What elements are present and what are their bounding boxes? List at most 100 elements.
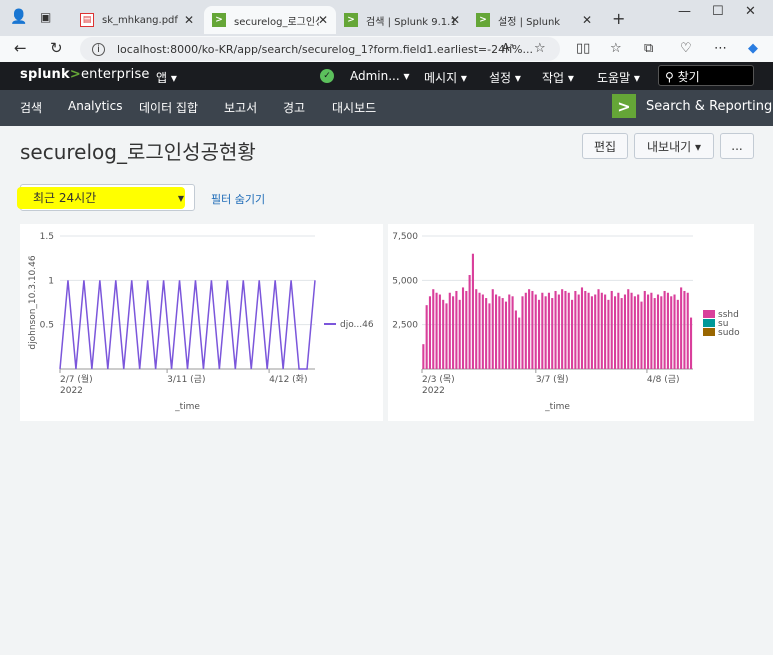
x-tick-label: 3/11 (금) [167,374,205,385]
maximize-icon[interactable]: ☐ [712,4,724,19]
browser-essentials-icon[interactable]: ♡ [680,41,692,56]
y-tick-label: 2,500 [392,321,418,331]
bar [448,292,451,369]
bar [455,290,458,369]
bar [647,294,650,369]
browser-tab-strip: 👤 ▣ ▤ sk_mhkang.pdf ✕ > securelog_로그인성 ✕… [0,0,773,36]
time-range-label: 최근 24시간 [33,191,97,205]
x-tick-label: 2/3 (목) 2022 [422,374,455,396]
bar [600,292,603,369]
close-icon[interactable]: ✕ [184,13,194,27]
export-button[interactable]: 내보내기 ▾ [634,133,714,159]
profile-icon[interactable]: 👤 [10,9,27,25]
caret-down-icon: ▼ [177,194,184,203]
close-icon[interactable]: ✕ [450,13,460,27]
split-screen-icon[interactable]: ▯▯ [576,41,590,56]
back-icon[interactable]: ← [14,39,27,57]
bar [660,296,663,369]
health-status-icon[interactable]: ✓ [320,69,334,83]
minimize-icon[interactable]: — [678,4,691,19]
tab-actions-icon[interactable]: ▣ [40,10,51,24]
legend-label: sudo [718,328,740,338]
bar [452,296,455,369]
window-close-icon[interactable]: ✕ [745,4,756,19]
x-axis-label: _time [544,402,570,412]
bar [597,289,600,369]
bar [504,301,508,369]
app-switcher[interactable]: > Search & Reporting [612,94,772,118]
bar [680,287,683,369]
bar [666,292,669,369]
help-menu[interactable]: 도움말 ▾ [597,69,640,86]
bar [428,296,432,369]
close-icon[interactable]: ✕ [318,13,328,27]
favorite-star-icon[interactable]: ☆ [534,41,546,56]
bar [561,289,564,369]
tab-securelog[interactable]: > securelog_로그인성 ✕ [204,6,336,34]
nav-dashboards[interactable]: 대시보드 [332,99,376,116]
bar [501,298,504,369]
nav-datasets[interactable]: 데이터 집합 [139,99,198,116]
tab-pdf[interactable]: ▤ sk_mhkang.pdf ✕ [72,6,202,34]
bar [683,290,686,369]
bar-chart: 7,500 5,000 2,500 2/3 (목) 2022 3/7 (월) 4/8 (금)… [392,232,740,412]
app-chevron-icon: > [612,94,636,118]
favorites-icon[interactable]: ☆ [610,41,622,56]
info-icon[interactable]: i [92,42,105,56]
bar [617,292,620,369]
x-tick-label: 3/7 (월) [536,373,569,385]
apps-menu[interactable]: 앱 ▾ [156,69,177,86]
bar [686,292,689,369]
logo-edition: enterprise [80,67,150,82]
x-tick-label: 2/7 (월) 2022 [60,373,93,396]
bar [571,299,574,369]
reload-icon[interactable]: ↻ [50,39,63,57]
bar [521,296,524,369]
tab-settings[interactable]: > 설정 | Splunk ✕ [468,6,600,34]
tab-title: 설정 | Splunk [498,16,561,28]
url-text: localhost:8000/ko-KR/app/search/securelo… [117,42,533,56]
bar [643,290,646,369]
edit-button[interactable]: 편집 [582,133,628,159]
splunk-logo[interactable]: splunk>enterprise [20,67,150,82]
find-input[interactable]: ⚲ 찾기 [658,65,754,86]
activity-menu[interactable]: 작업 ▾ [542,69,574,86]
read-aloud-icon[interactable]: Aᵃ [502,41,514,54]
close-icon[interactable]: ✕ [582,13,592,27]
nav-alerts[interactable]: 경고 [283,99,305,116]
tab-search[interactable]: > 검색 | Splunk 9.1.1 ✕ [336,6,468,34]
bar [557,294,560,369]
bar [438,294,441,369]
nav-reports[interactable]: 보고서 [224,99,257,116]
bar [458,299,461,369]
new-tab-icon[interactable]: + [612,9,625,28]
hide-filters-link[interactable]: 필터 숨기기 [211,191,265,207]
bar [488,303,491,369]
bar [537,299,541,369]
bar [471,253,474,369]
bar [468,275,471,369]
url-field[interactable]: i localhost:8000/ko-KR/app/search/secure… [80,37,560,61]
y-tick-label: 5,000 [392,276,418,286]
bar [663,290,666,369]
collections-icon[interactable]: ⧉ [644,41,653,56]
bar [534,294,537,369]
app-name: Search & Reporting [646,98,773,114]
messages-menu[interactable]: 메시지 ▾ [424,69,467,86]
bar [422,344,425,369]
more-button[interactable]: ... [720,133,754,159]
bar [541,292,544,369]
bar [564,290,567,369]
admin-menu[interactable]: Admin... ▾ [350,69,410,83]
bar [495,294,498,369]
copilot-icon[interactable]: ◆ [748,41,758,56]
settings-menu[interactable]: 설정 ▾ [489,69,521,86]
bar [425,305,428,369]
nav-search[interactable]: 검색 [20,99,42,116]
nav-analytics[interactable]: Analytics [68,99,123,113]
time-range-picker[interactable]: 최근 24시간 ▼ [17,184,195,211]
more-menu-icon[interactable]: ⋯ [714,41,727,56]
y-tick-label: 7,500 [392,232,418,242]
y-tick-label: 1 [48,276,54,286]
tab-title: 검색 | Splunk 9.1.1 [366,16,457,28]
